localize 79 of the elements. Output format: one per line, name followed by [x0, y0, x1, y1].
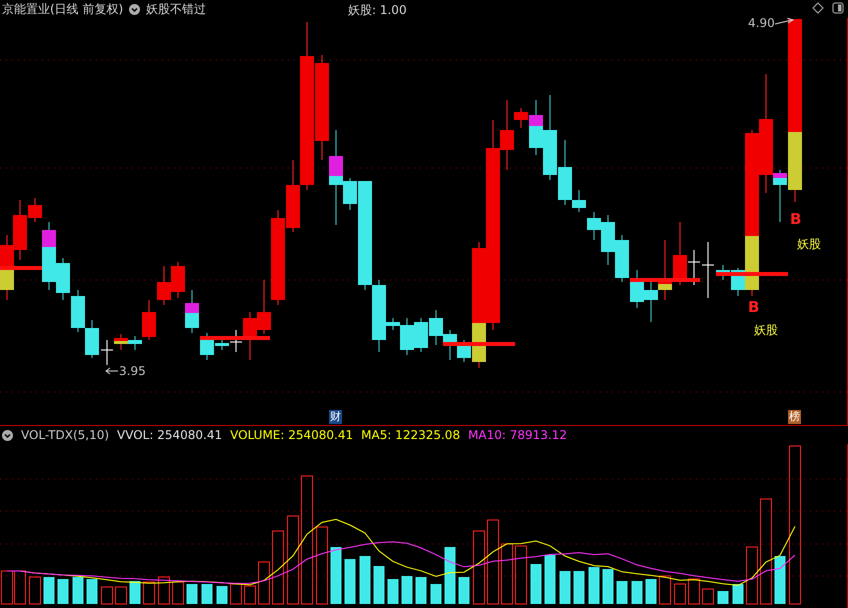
candlestick — [615, 234, 629, 282]
volume-bar — [688, 578, 700, 604]
volume-bar — [560, 571, 570, 604]
volume-bar — [101, 586, 113, 604]
volume-bar — [674, 584, 686, 604]
low-arrow-icon — [105, 368, 118, 374]
indicator-name[interactable]: 妖股不错过 — [146, 0, 206, 18]
volume-bar — [143, 582, 155, 604]
volume-bar — [29, 576, 41, 604]
volume-bar — [158, 576, 170, 604]
candlestick — [644, 280, 658, 322]
diamond-icon[interactable] — [812, 2, 824, 14]
volume-legend-item: MA5: 122325.08 — [361, 428, 460, 442]
candlestick — [630, 270, 644, 308]
volume-bar — [186, 584, 198, 604]
volume-bar — [130, 581, 140, 604]
volume-bar — [602, 569, 614, 604]
event-badge[interactable]: 财 — [329, 410, 342, 424]
candlestick — [429, 310, 443, 346]
volume-bar — [515, 546, 527, 604]
candlestick — [414, 318, 428, 352]
candlestick — [71, 290, 85, 332]
volume-bar — [86, 579, 98, 604]
volume-bar — [330, 547, 342, 604]
low-price-label: 3.95 — [119, 364, 146, 378]
volume-bar — [44, 577, 54, 604]
volume-bar — [659, 576, 671, 604]
volume-bar — [360, 556, 370, 604]
signal-caption: 妖股 — [754, 322, 778, 339]
volume-bar — [646, 579, 656, 604]
volume-bar — [202, 584, 212, 604]
volume-bar — [230, 584, 242, 604]
volume-bar — [58, 579, 68, 604]
volume-bar — [632, 581, 642, 604]
volume-bar — [1, 570, 13, 604]
candlestick — [85, 320, 99, 358]
candlestick — [171, 262, 185, 298]
volume-bar — [115, 586, 127, 604]
volume-bar — [544, 555, 556, 604]
candlestick — [157, 266, 171, 306]
volume-bar — [530, 564, 542, 604]
volume-bar — [388, 579, 398, 604]
high-price-label: 4.90 — [748, 16, 775, 30]
volume-bar — [244, 586, 256, 604]
dropdown-icon[interactable] — [129, 4, 140, 14]
buy-signal-letter: B — [748, 298, 760, 316]
volume-bar — [258, 562, 270, 604]
buy-signal-letter: B — [790, 210, 802, 228]
volume-legend-item: VOLUME: 254080.41 — [230, 428, 354, 442]
volume-bar — [444, 547, 456, 604]
volume-bar — [774, 556, 786, 604]
volume-bar — [72, 577, 84, 604]
volume-bar — [216, 586, 228, 604]
volume-bar — [746, 546, 758, 604]
volume-bar — [588, 567, 600, 604]
volume-bar — [501, 544, 513, 604]
volume-bar — [574, 571, 584, 604]
event-badge[interactable]: 榜 — [788, 410, 801, 424]
volume-bar — [14, 570, 26, 604]
volume-bar — [430, 584, 442, 604]
volume-bar — [402, 576, 412, 604]
volume-bar — [718, 591, 728, 604]
panel-toggle-icon[interactable] — [832, 2, 844, 14]
volume-bar — [458, 577, 470, 604]
volume-legend-item: VVOL: 254080.41 — [117, 428, 222, 442]
volume-legend-item: VOL-TDX(5,10) — [21, 428, 110, 442]
volume-bar — [702, 588, 714, 604]
dropdown-icon[interactable] — [2, 430, 13, 440]
high-arrow-icon — [774, 18, 794, 24]
volume-legend-item: MA10: 78913.12 — [468, 428, 568, 442]
volume-bar — [344, 559, 356, 604]
volume-bar — [616, 581, 628, 604]
volume-bar — [416, 577, 426, 604]
stock-title: 京能置业(日线 前复权) — [2, 0, 124, 18]
volume-bar — [732, 584, 744, 604]
volume-bar — [172, 582, 184, 604]
signal-caption: 妖股 — [797, 236, 821, 253]
indicator-value: 妖股: 1.00 — [348, 2, 407, 19]
volume-bar — [374, 566, 384, 604]
